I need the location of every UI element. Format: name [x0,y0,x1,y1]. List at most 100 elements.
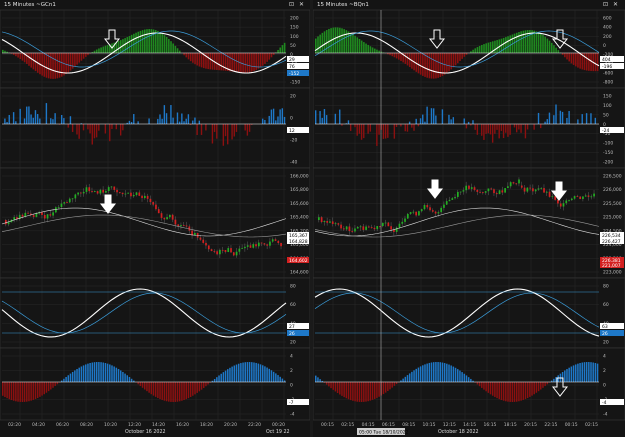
histogram-bar [89,124,91,134]
histogram-bar [422,114,424,124]
histogram-bar [319,34,321,53]
histogram-bar [170,382,172,402]
histogram-bar [266,53,268,62]
histogram-bar [341,28,343,53]
histogram-bar [69,116,72,124]
y-tick-label: 2 [290,368,293,374]
histogram-bar [526,382,529,399]
value-tag-label: 26 [289,331,295,337]
histogram-bar [98,48,100,53]
histogram-bar [422,53,424,76]
histogram-bar [279,376,281,382]
histogram-bar [511,382,514,402]
x-tick-label: 02:15 [585,422,598,428]
y-tick-label: 0 [290,383,293,389]
histogram-bar [446,53,448,74]
histogram-bar [268,368,271,382]
histogram-bar [74,370,76,382]
histogram-bar [509,124,511,135]
histogram-bar [281,108,284,124]
candle-body [224,250,227,252]
histogram-bar [251,362,253,382]
candle-body [476,189,479,192]
right-chart-pane[interactable]: 15 Minutes ~BQn1 ⊡ ✕ 6004002000-200-400-… [313,0,625,437]
histogram-bar [426,363,428,382]
histogram-bar [513,382,516,402]
histogram-bar [450,119,452,124]
histogram-bar [277,116,279,124]
histogram-bar [518,382,520,402]
histogram-bar [594,117,597,124]
histogram-bar [500,382,503,400]
y-tick-label: 50 [603,112,609,118]
histogram-bar [2,382,4,396]
candle-body [177,224,180,227]
histogram-bar [52,53,54,79]
candle-body [495,193,498,195]
right-chart-canvas[interactable]: 6004002000-200-400-600-800150100500-50-1… [313,0,625,437]
histogram-bar [494,40,496,53]
histogram-bar [365,43,367,53]
y-tick-label: 0 [603,122,606,128]
histogram-bar [400,53,402,61]
histogram-bar [317,36,319,53]
histogram-bar [82,365,85,382]
histogram-bar [63,378,65,382]
histogram-bar [430,108,433,124]
y-tick-label: 20 [603,340,609,346]
histogram-bar [432,362,435,382]
histogram-bar [19,53,22,60]
value-tag-label: 12 [289,128,295,134]
candle-body [532,188,534,192]
y-tick-label: 80 [603,284,609,290]
histogram-bar [76,368,78,382]
value-tag-label: -24 [602,128,609,134]
histogram-bar [347,120,350,124]
candle-body [55,207,57,213]
histogram-bar [130,378,133,382]
histogram-bar [457,53,459,64]
histogram-bar [472,120,474,124]
histogram-bar [325,115,328,124]
candle-body [99,189,102,194]
histogram-bar [581,114,583,124]
candle-body [570,198,573,201]
candle-body [423,205,426,210]
histogram-bar [246,362,249,382]
histogram-bar [28,382,30,402]
candle-body [102,189,104,193]
panel-osc3 [313,277,625,349]
histogram-bar [222,372,225,382]
left-chart-canvas[interactable]: 200150100500-50-100-150200-20-40166,0001… [0,0,310,437]
histogram-bar [459,370,461,382]
candle-body [121,192,124,195]
histogram-bar [577,119,579,124]
histogram-bar [535,31,538,53]
histogram-bar [566,53,568,60]
histogram-bar [540,124,542,129]
histogram-bar [227,124,229,145]
histogram-bar [115,367,118,382]
histogram-bar [358,124,361,134]
histogram-bar [526,124,529,130]
candle-body [381,222,384,227]
histogram-bar [137,121,139,124]
histogram-bar [58,53,61,78]
candle-body [351,231,354,232]
candle-body [219,249,221,255]
candle-body [482,192,484,193]
candle-body [74,194,77,199]
histogram-bar [161,33,164,53]
left-chart-pane[interactable]: 15 Minutes ~GCn1 ⊡ ✕ 200150100500-50-100… [0,0,310,437]
histogram-bar [369,124,372,132]
histogram-bar [200,124,203,135]
candle-body [526,187,529,192]
histogram-bar [207,382,209,385]
x-axis-date-end: Oct 19 22 [266,429,290,435]
candle-body [498,190,501,195]
histogram-bar [60,114,63,124]
histogram-bar [481,124,483,136]
histogram-bar [235,124,238,132]
histogram-bar [564,53,566,58]
y-tick-label: 400 [603,25,612,31]
